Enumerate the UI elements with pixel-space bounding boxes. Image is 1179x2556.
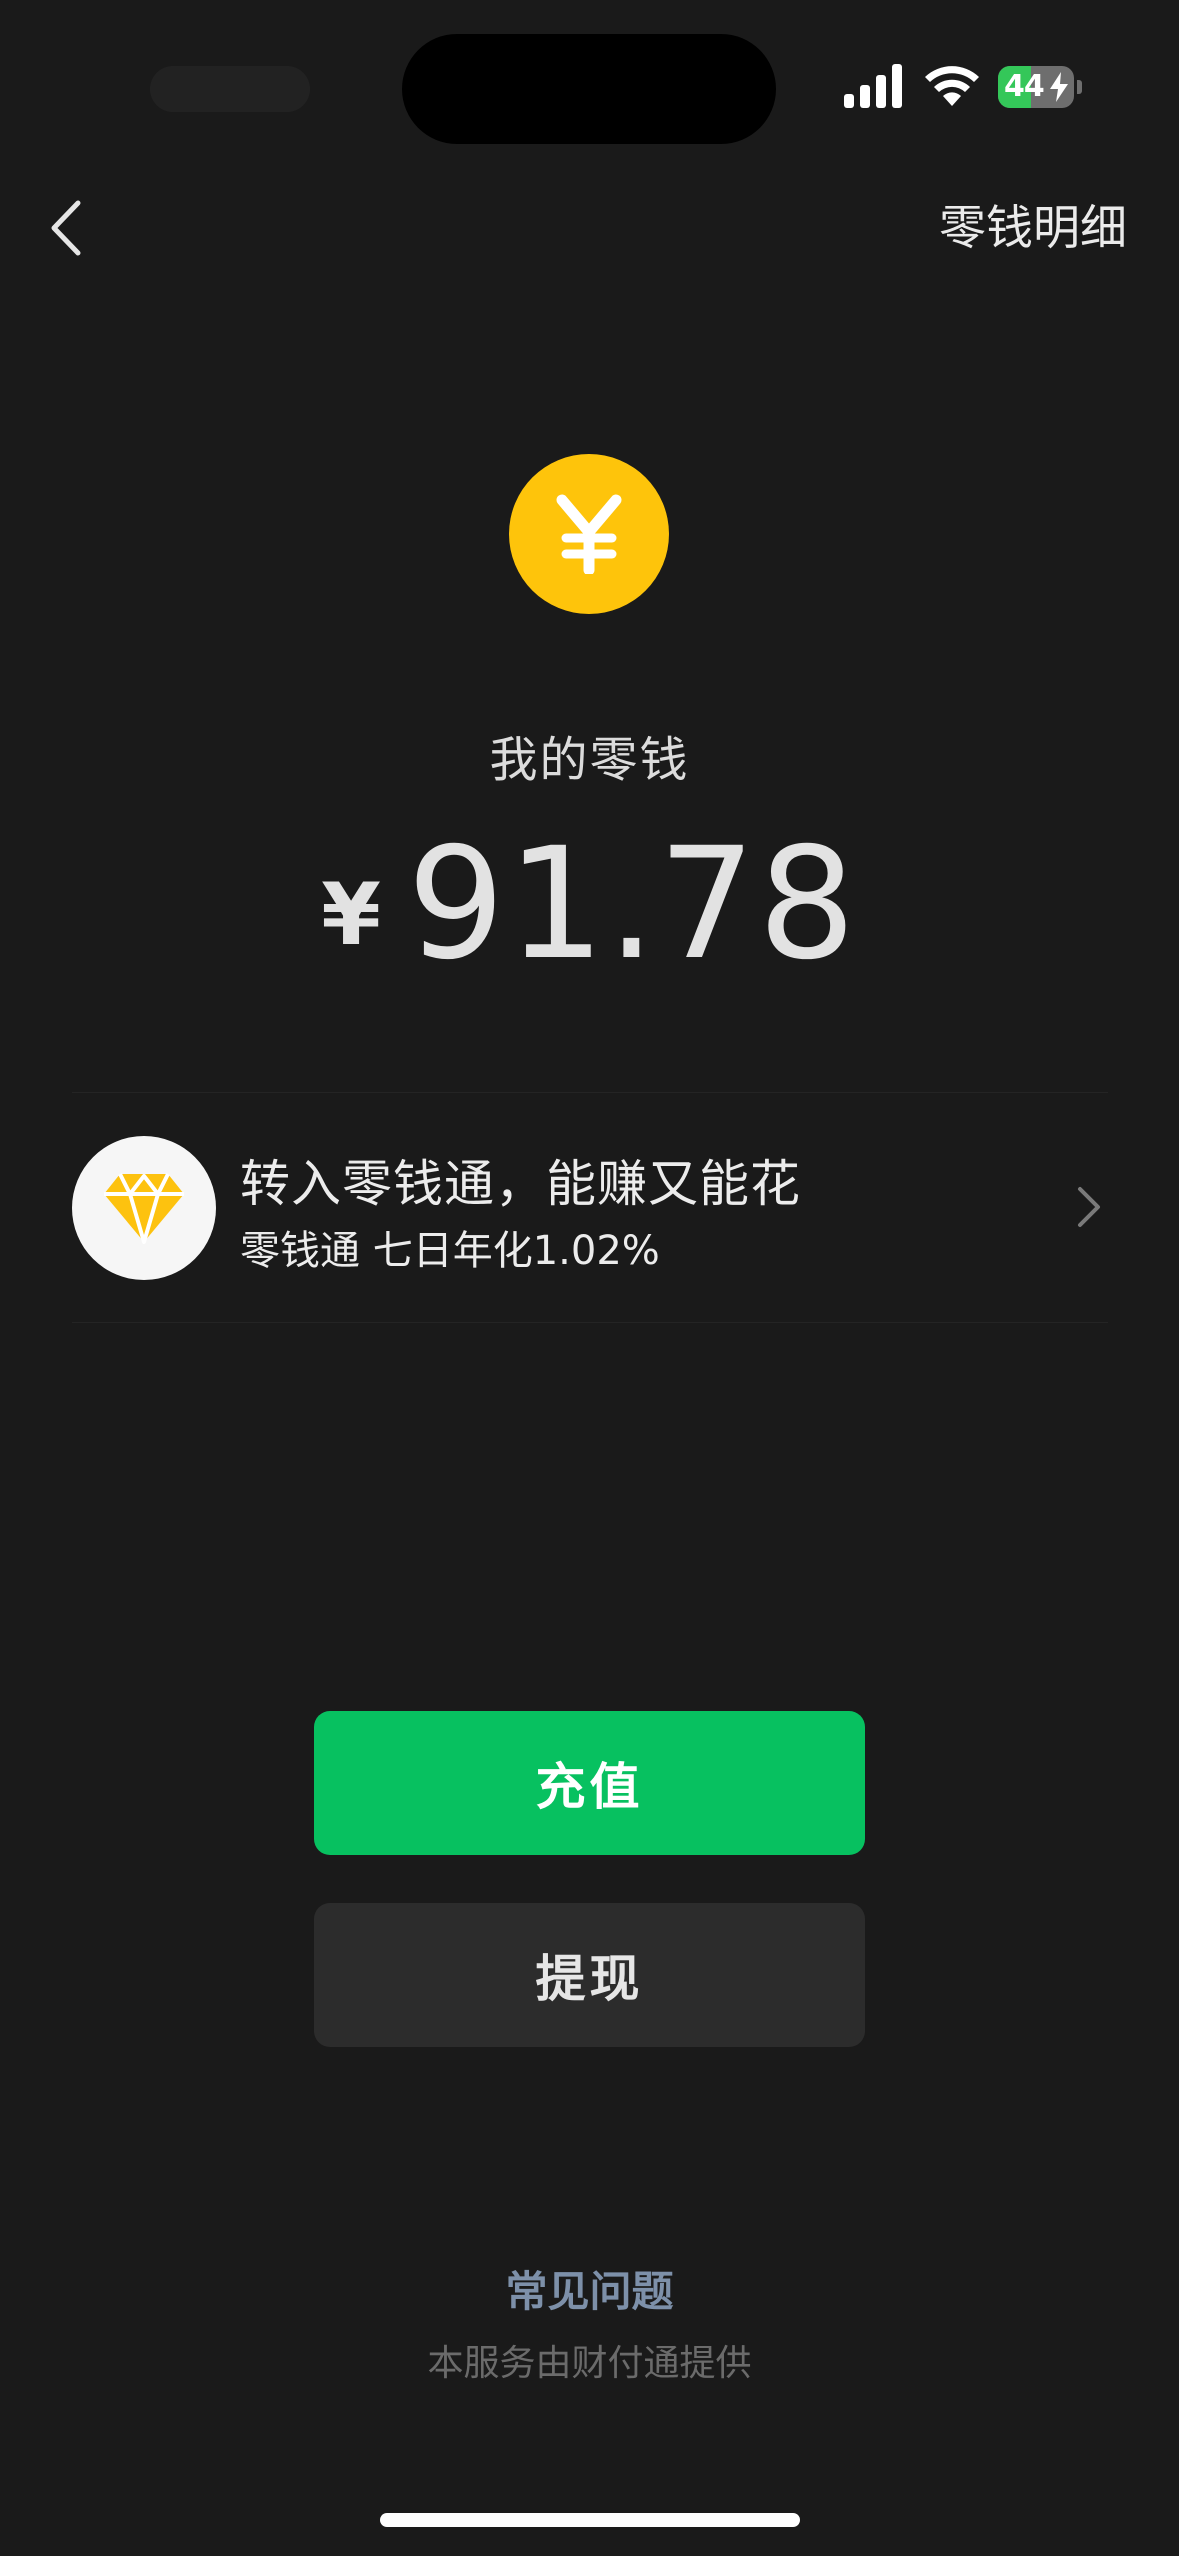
balance-value: 91.78 <box>406 815 858 994</box>
diamond-glyph <box>104 1173 184 1244</box>
battery-cap <box>1077 80 1082 94</box>
balance-amount: ¥ 91.78 <box>0 828 1179 992</box>
divider <box>72 1092 1108 1093</box>
recharge-button[interactable]: 充值 <box>314 1711 865 1855</box>
change-details-link[interactable]: 零钱明细 <box>939 194 1127 264</box>
status-time <box>150 66 310 112</box>
status-bar: 44 <box>0 0 1179 150</box>
yuan-coin-icon <box>509 454 669 614</box>
promo-subtitle: 零钱通 七日年化1.02% <box>240 1228 660 1274</box>
provider-note: 本服务由财付通提供 <box>427 2343 752 2384</box>
yuan-symbol <box>556 494 622 574</box>
wifi-icon <box>925 66 979 106</box>
chevron-right-icon <box>1078 1187 1100 1227</box>
faq-link[interactable]: 常见问题 <box>0 2258 1179 2319</box>
chevron-left-icon <box>51 200 81 256</box>
promo-title: 转入零钱通，能赚又能花 <box>240 1155 801 1213</box>
battery-indicator: 44 <box>998 66 1082 108</box>
dynamic-island <box>402 34 776 144</box>
back-button[interactable] <box>36 188 96 268</box>
battery-body: 44 <box>998 66 1074 108</box>
divider <box>72 1322 1108 1323</box>
charging-bolt-icon <box>1050 72 1068 102</box>
diamond-icon <box>72 1136 216 1280</box>
lingqiantong-promo-row[interactable]: 转入零钱通，能赚又能花 零钱通 七日年化1.02% <box>72 1100 1108 1316</box>
currency-symbol: ¥ <box>321 865 381 965</box>
withdraw-button[interactable]: 提现 <box>314 1903 865 2047</box>
home-indicator[interactable] <box>380 2513 800 2527</box>
balance-title: 我的零钱 <box>489 732 690 788</box>
cellular-signal-icon <box>844 64 902 108</box>
